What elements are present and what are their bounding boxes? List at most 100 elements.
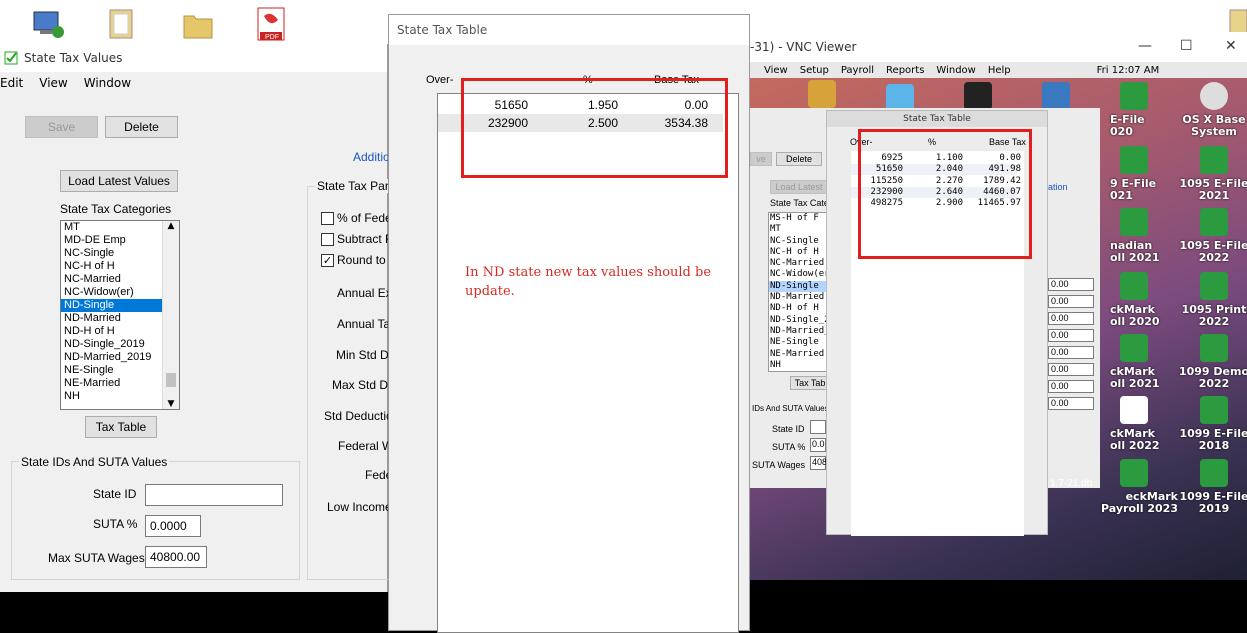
computer-icon[interactable] [30,6,66,42]
delete-button[interactable]: Delete [105,116,178,138]
annotation-note: In ND state new tax values should be upd… [465,265,712,299]
pdf-file-icon[interactable]: PDF [254,6,290,42]
chart-app-icon[interactable] [1042,82,1070,110]
category-item[interactable]: MT [61,221,162,234]
maximize-icon[interactable]: ☐ [1180,38,1193,54]
checkmark-app-icon[interactable] [1120,82,1148,110]
menu-view[interactable]: View [39,76,67,90]
close-icon[interactable]: ✕ [1225,38,1237,54]
mac-param-field[interactable]: 0.00 [1048,363,1094,376]
mac-param-field[interactable]: 0.00 [1048,329,1094,342]
percent-of-federal-checkbox[interactable] [321,212,334,225]
mac-category-item[interactable]: NC-Married [769,258,827,269]
category-item[interactable]: NC-Widow(er) [61,286,162,299]
category-item[interactable]: NC-Single [61,247,162,260]
mac-category-item[interactable]: ND-Married_ [769,326,827,337]
checkmark-app-icon[interactable] [1200,146,1228,174]
mac-state-id-input[interactable] [810,420,826,434]
category-item[interactable]: ND-H of H [61,325,162,338]
mac-menu-help[interactable]: Help [988,65,1011,76]
checkmark-app-icon[interactable] [1200,459,1228,487]
mac-category-item[interactable]: MT [769,224,827,235]
checkmark-app-icon[interactable] [1200,334,1228,362]
checkmark-app-icon[interactable] [1120,146,1148,174]
round-to-checkbox[interactable]: ✓ [321,254,334,267]
terminal-icon[interactable] [964,82,992,110]
mac-category-item[interactable]: ND-Single [769,280,827,293]
mac-param-field[interactable]: 0.00 [1048,295,1094,308]
mac-category-item[interactable]: NC-Single [769,236,827,247]
mac-menu-setup[interactable]: Setup [800,65,829,76]
desktop-icon-label: 1099 Demo 2022 [1178,365,1247,390]
mac-delete-button[interactable]: Delete [776,152,822,166]
mac-category-item[interactable]: ND-H of H [769,303,827,314]
mac-state-id-label: State ID [772,424,805,434]
mac-category-item[interactable]: NC-H of H [769,247,827,258]
checkmark-app-icon[interactable] [1120,459,1148,487]
mac-param-field[interactable]: 0.00 [1048,346,1094,359]
checkmark-app-icon[interactable] [1120,334,1148,362]
category-item[interactable]: NE-Single [61,364,162,377]
save-button[interactable]: Save [25,116,98,138]
suta-percent-input[interactable]: 0.0000 [145,515,201,537]
mac-menu-payroll[interactable]: Payroll [841,65,874,76]
mac-menu-window[interactable]: Window [936,65,975,76]
subtract-federal-checkbox[interactable] [321,233,334,246]
mac-category-item[interactable]: NE-Single [769,337,827,348]
mac-category-item[interactable]: ND-Single_2 [769,315,827,326]
state-tax-categories-list[interactable]: MT MD-DE Emp NC-Single NC-H of H NC-Married N… [60,220,180,410]
max-suta-wages-input[interactable]: 40800.00 [145,546,207,568]
category-item[interactable]: NC-Married [61,273,162,286]
menu-edit[interactable]: Edit [0,76,23,90]
additional-link[interactable]: Additio [353,150,390,164]
scroll-thumb[interactable] [166,373,176,387]
tax-table-button[interactable]: Tax Table [85,416,157,438]
mac-additional-link[interactable]: ation [1048,182,1068,192]
mac-suta-input[interactable]: 0.0 [810,438,826,452]
disk-icon[interactable] [1200,82,1228,110]
max-suta-wages-label: Max SUTA Wages [48,551,145,565]
category-item[interactable]: ND-Single [61,299,162,312]
mac-param-field[interactable]: 0.00 [1048,278,1094,291]
mac-categories-list[interactable]: MS-H of F MT NC-Single NC-H of H NC-Married N… [768,212,828,372]
category-item[interactable]: MD-DE Emp [61,234,162,247]
category-item[interactable]: NE-Married [61,377,162,390]
chevron-up-icon[interactable]: ▲ [163,221,179,231]
load-latest-values-button[interactable]: Load Latest Values [60,170,178,192]
menu-window[interactable]: Window [84,76,131,90]
mac-category-item[interactable]: MS-H of F [769,213,827,224]
mac-param-field[interactable]: 0.00 [1048,312,1094,325]
category-item[interactable]: ND-Married [61,312,162,325]
state-id-input[interactable] [145,484,283,506]
category-item[interactable]: NH [61,390,162,403]
mac-category-item[interactable]: NC-Widow(er [769,269,827,280]
folder-icon[interactable] [104,6,140,42]
checkmark-app-icon[interactable] [1200,272,1228,300]
mac-load-latest-button[interactable]: Load Latest [770,180,828,194]
checkmark-app-icon[interactable] [1120,208,1148,236]
checkmark-app-icon[interactable] [1120,272,1148,300]
vnc-title: -31) - VNC Viewer [750,40,857,54]
category-item[interactable]: NC-H of H [61,260,162,273]
category-item[interactable]: ND-Single_2019 [61,338,162,351]
mac-suta-wages-input[interactable]: 408 [810,456,827,470]
checkmark-app-icon[interactable] [1200,208,1228,236]
mac-category-item[interactable]: ND-Married [769,292,827,303]
mac-category-item[interactable]: NH [769,360,827,371]
category-item[interactable]: ND-Married_2019 [61,351,162,364]
mac-tax-table-button[interactable]: Tax Tab [790,376,830,390]
minimize-icon[interactable]: — [1138,38,1152,54]
checkmark-app-icon[interactable] [1200,396,1228,424]
chevron-down-icon[interactable]: ▼ [163,399,179,409]
mac-param-field[interactable]: 0.00 [1048,380,1094,393]
folder-icon[interactable] [180,6,216,42]
mac-menu-view[interactable]: View [764,65,788,76]
mac-category-item[interactable]: NE-Married [769,349,827,360]
mac-param-field[interactable]: 0.00 [1048,397,1094,410]
package-icon[interactable] [808,80,836,108]
scrollbar[interactable]: ▲ ▼ [162,221,179,409]
percent-of-federal-label: % of Fede [337,211,392,225]
mac-save-button[interactable]: ve [750,152,772,166]
checkmark-app-icon[interactable] [1120,396,1148,424]
mac-menu-reports[interactable]: Reports [886,65,924,76]
